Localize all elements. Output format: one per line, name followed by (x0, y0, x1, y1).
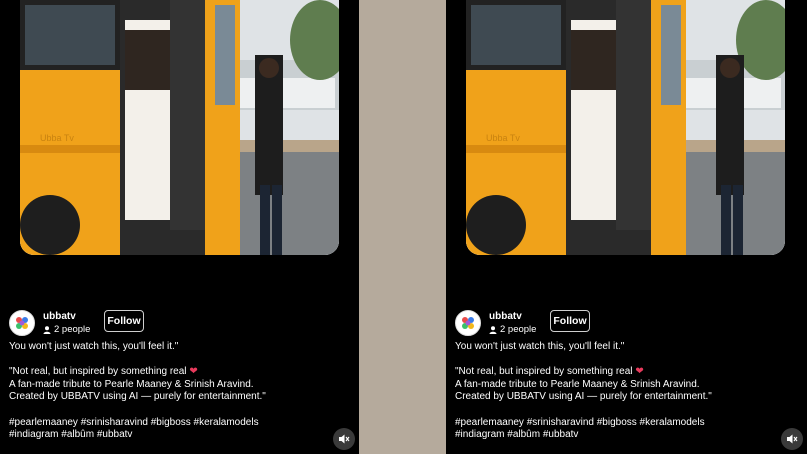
caption-line: You won't just watch this, you'll feel i… (455, 341, 625, 352)
caption: You won't just watch this, you'll feel i… (9, 341, 349, 442)
avatar[interactable] (9, 310, 35, 336)
reel-panel-right: Ubba Tv ubbatv 2 people Follow You won't… (446, 0, 807, 454)
mute-icon[interactable] (781, 428, 803, 450)
hashtags[interactable]: #pearlemaaney #srinisharavind #bigboss #… (9, 417, 349, 430)
follow-button[interactable]: Follow (550, 310, 590, 332)
people-icon (43, 325, 51, 334)
hashtags[interactable]: #indiagram #albûm #ubbatv (9, 429, 349, 442)
people-count: 2 people (54, 323, 91, 335)
bus-logo-text: Ubba Tv (486, 133, 520, 143)
people-tag[interactable]: 2 people (43, 323, 90, 336)
people-count: 2 people (500, 323, 537, 335)
caption-line: A fan-made tribute to Pearle Maaney & Sr… (9, 378, 254, 390)
caption-line: Created by UBBATV using AI — purely for … (9, 391, 266, 403)
mute-icon[interactable] (333, 428, 355, 450)
people-tag[interactable]: 2 people (489, 323, 536, 336)
caption-line: A fan-made tribute to Pearle Maaney & Sr… (455, 378, 700, 390)
profile-row: ubbatv 2 people (455, 310, 536, 336)
video-frame[interactable]: Ubba Tv (20, 0, 339, 255)
caption-line: "Not real, but inspired by something rea… (455, 366, 633, 378)
profile-row: ubbatv 2 people (9, 310, 90, 336)
heart-icon: ❤ (635, 366, 644, 378)
username[interactable]: ubbatv (489, 311, 536, 323)
caption-line: Created by UBBATV using AI — purely for … (455, 391, 712, 403)
username[interactable]: ubbatv (43, 311, 90, 323)
hashtags[interactable]: #indiagram #albûm #ubbatv (455, 429, 795, 442)
divider (359, 0, 446, 454)
hashtags[interactable]: #pearlemaaney #srinisharavind #bigboss #… (455, 417, 795, 430)
people-icon (489, 325, 497, 334)
heart-icon: ❤ (189, 366, 198, 378)
caption: You won't just watch this, you'll feel i… (455, 341, 795, 442)
bus-scene-image: Ubba Tv (20, 0, 339, 255)
avatar[interactable] (455, 310, 481, 336)
reel-panel-left: Ubba Tv ubbatv 2 people Follow You won't… (0, 0, 359, 454)
follow-button[interactable]: Follow (104, 310, 144, 332)
video-frame[interactable]: Ubba Tv (466, 0, 785, 255)
caption-line: You won't just watch this, you'll feel i… (9, 341, 179, 352)
bus-logo-text: Ubba Tv (40, 133, 74, 143)
bus-scene-image: Ubba Tv (466, 0, 785, 255)
caption-line: "Not real, but inspired by something rea… (9, 366, 187, 378)
